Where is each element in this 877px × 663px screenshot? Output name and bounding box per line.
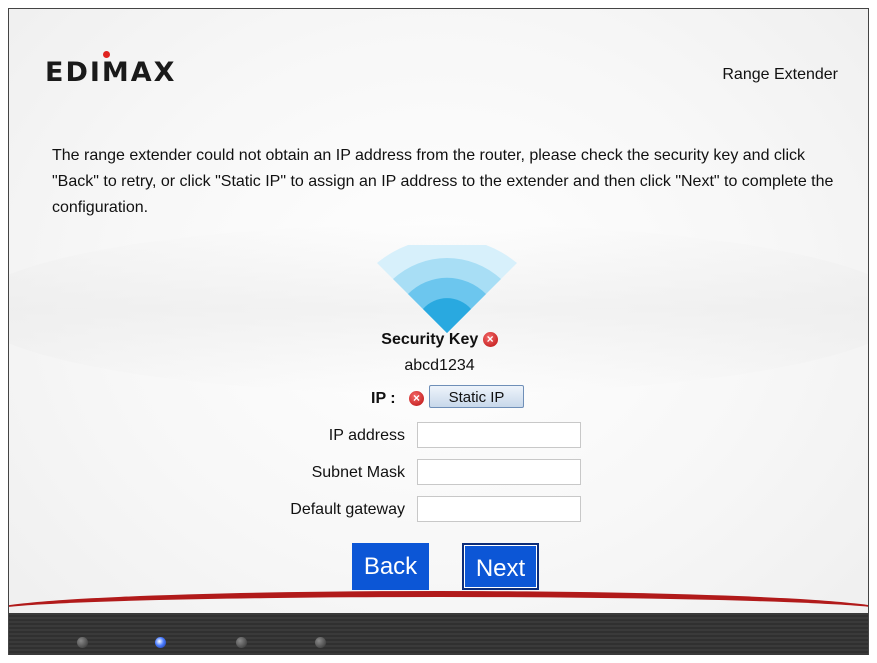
progress-dot-3 <box>236 637 247 648</box>
back-button[interactable]: Back <box>352 543 429 590</box>
progress-dot-2-active <box>155 637 166 648</box>
product-name: Range Extender <box>722 66 838 83</box>
error-icon: × <box>482 332 498 348</box>
error-icon: × <box>409 391 424 406</box>
ip-address-input[interactable] <box>417 422 581 448</box>
error-message: The range extender could not obtain an I… <box>52 147 834 216</box>
next-button[interactable]: Next <box>462 543 539 590</box>
progress-dot-1 <box>77 637 88 648</box>
default-gateway-label: Default gateway <box>290 501 405 518</box>
static-ip-button[interactable]: Static IP <box>429 385 524 408</box>
progress-dot-4 <box>315 637 326 648</box>
subnet-mask-input[interactable] <box>417 459 581 485</box>
security-key-value: abcd1234 <box>404 357 475 374</box>
logo-red-dot <box>103 51 110 58</box>
footer-bar <box>9 613 868 655</box>
security-key-row: Security Key × <box>9 331 868 349</box>
default-gateway-input[interactable] <box>417 496 581 522</box>
wifi-icon <box>377 245 517 333</box>
edimax-logo: EDIMAX <box>45 57 177 88</box>
ip-address-label: IP address <box>328 427 405 444</box>
wizard-frame: EDIMAX Range Extender The range extender… <box>8 8 869 655</box>
subnet-mask-label: Subnet Mask <box>311 464 405 481</box>
ip-label: IP : <box>371 390 396 407</box>
security-key-label: Security Key <box>381 331 479 348</box>
